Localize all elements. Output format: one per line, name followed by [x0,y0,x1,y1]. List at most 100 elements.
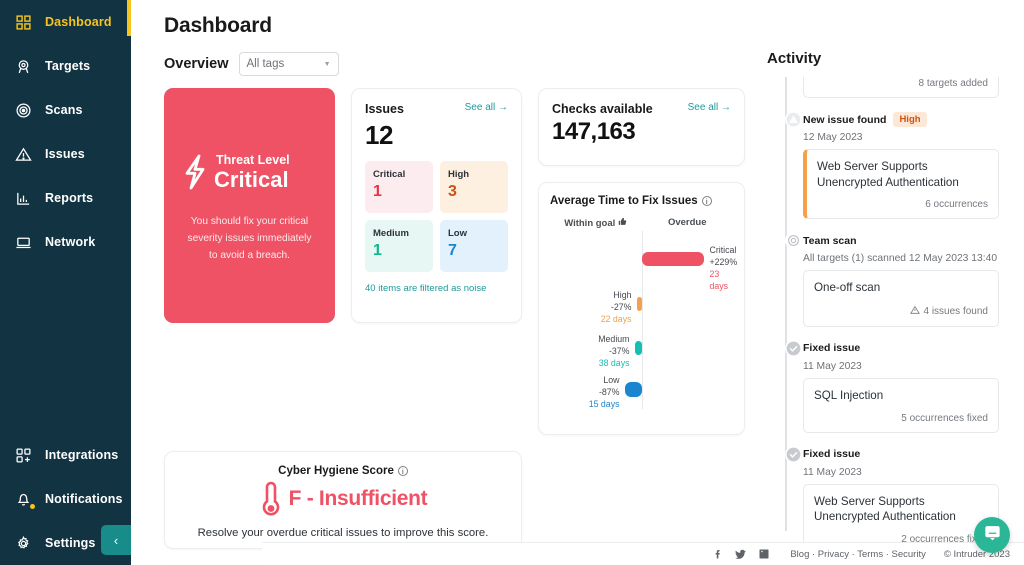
severity-box-medium[interactable]: Medium 1 [365,220,433,272]
chart-label-days: 38 days [598,357,630,368]
activity-entry: New issue found High 12 May 2023 Web Ser… [767,111,1024,220]
chart-label-category: High [613,290,632,300]
sidebar-item-label: Reports [45,191,94,205]
overview-row: Overview All tags ▼ [164,52,759,76]
activity-card[interactable]: One-off scan 4 issues found [803,270,999,327]
laptop-icon [12,231,34,253]
sidebar-item-label: Notifications [45,492,123,506]
tags-filter-select[interactable]: All tags ▼ [238,52,339,76]
sidebar-item-label: Dashboard [45,15,112,29]
chart-label-category: Medium [598,334,630,344]
chart-bar-medium[interactable] [634,341,642,355]
checks-card-title: Checks available [552,102,653,116]
severity-box-critical[interactable]: Critical 1 [365,161,433,213]
chart-label-days: 22 days [600,313,632,324]
activity-entry: 8 targets added [767,77,1024,98]
chart-bar-low[interactable] [624,382,642,397]
threat-level-card: Threat Level Critical You should fix you… [164,88,335,323]
sidebar-item-label: Targets [45,59,91,73]
sidebar-collapse-button[interactable]: ‹ [101,525,131,555]
issues-card-header: Issues See all → [365,102,508,116]
sidebar-item-network[interactable]: Network [0,220,131,264]
dashboard-icon [12,11,34,33]
chart-bar-row-low: Low -87% 15 days [550,369,733,413]
chart-label-percent: -37% [608,345,630,356]
severity-value: 7 [448,242,457,259]
severity-name: Critical [373,169,406,180]
chart-label-percent: -87% [598,386,620,397]
sidebar-item-issues[interactable]: Issues [0,132,131,176]
severity-value: 3 [448,183,457,200]
chart-label-category: Low [603,375,620,385]
activity-entry-date: 12 May 2023 [803,132,863,143]
activity-card-title: Web Server Supports Unencrypted Authenti… [817,160,959,189]
status-badge: High [893,112,927,127]
footer-links[interactable]: Blog · Privacy · Terms · Security [790,549,926,560]
activity-card[interactable]: Web Server Supports Unencrypted Authenti… [803,483,999,547]
facebook-icon[interactable] [711,548,724,561]
threat-level-main: Threat Level Critical [178,152,321,192]
sidebar-item-integrations[interactable]: Integrations [0,433,131,477]
issues-noise-note[interactable]: 40 items are filtered as noise [365,283,508,294]
warning-triangle-icon [909,305,920,318]
twitter-icon[interactable] [734,548,747,561]
sidebar-item-label: Settings [45,536,96,550]
severity-name: Low [448,228,467,239]
bell-icon [12,488,35,510]
issues-card-title: Issues [365,102,404,116]
notification-badge-dot [30,504,35,509]
sidebar-item-scans[interactable]: Scans [0,88,131,132]
chart-bar-high[interactable] [636,297,642,311]
activity-card-footer: 4 issues found [814,305,988,318]
activity-title: Activity [767,50,822,67]
info-icon[interactable]: i [701,196,712,206]
activity-entry-header: New issue found High [803,111,1024,128]
cyber-hygiene-score-card: Cyber Hygiene Score i F - Insufficient R… [164,451,522,549]
activity-card[interactable]: SQL Injection 5 occurrences fixed [803,377,999,433]
checks-card-header: Checks available See all → [552,102,731,116]
sidebar-item-notifications[interactable]: Notifications [0,477,131,521]
sidebar-item-targets[interactable]: Targets [0,44,131,88]
chart-label-percent: +229% [709,256,738,267]
activity-entry-date: 11 May 2023 [803,466,862,478]
threat-level-value: Critical [214,166,289,192]
activity-entry: Team scan All targets (1) scanned 12 May… [767,232,1024,327]
activity-entry-date: 11 May 2023 [803,360,862,372]
activity-panel: Activity 8 targets added New issue found… [759,0,1024,565]
activity-card[interactable]: 8 targets added [803,77,999,98]
severity-box-high[interactable]: High 3 [440,161,508,213]
issues-see-all-link[interactable]: See all → [465,102,508,113]
issues-total-count: 12 [365,120,393,150]
activity-card-title: Web Server Supports Unencrypted Authenti… [814,494,956,524]
intercom-chat-button[interactable] [974,517,1010,553]
warning-triangle-icon [12,143,34,165]
linkedin-icon[interactable] [757,548,770,561]
activity-card[interactable]: Web Server Supports Unencrypted Authenti… [803,149,999,220]
cyber-hygiene-main: F - Insufficient [259,479,428,519]
threat-level-description: You should fix your critical severity is… [187,216,312,261]
cyber-hygiene-description: Resolve your overdue critical issues to … [197,527,489,539]
check-circle-icon [785,339,802,357]
page-title: Dashboard [164,14,272,37]
info-icon[interactable]: i [397,466,408,476]
check-circle-icon [785,445,802,463]
severity-box-low[interactable]: Low 7 [440,220,508,272]
target-icon [12,55,34,77]
card-title-text: Average Time to Fix Issues [550,195,698,207]
activity-entry-kind: Team scan [803,234,857,247]
chart-bar-critical[interactable] [641,252,704,266]
activity-entry-header: Fixed issue [803,340,1024,357]
axis-label-overdue: Overdue [667,217,707,228]
activity-entry-kind: New issue found [803,113,887,126]
chart-bar-row-critical: Critical +229% 23 days [550,237,737,291]
chart-label-category: Critical [709,245,737,255]
activity-entry-date: All targets (1) scanned 12 May 2023 13:4… [803,253,998,265]
sidebar-item-reports[interactable]: Reports [0,176,131,220]
severity-value: 1 [373,183,382,200]
issues-severity-grid: Critical 1 High 3 Medium 1 Low 7 [365,161,508,272]
chart-bar-row-high: High -27% 22 days [550,283,733,327]
sidebar-item-dashboard[interactable]: Dashboard [0,0,131,44]
checks-see-all-link[interactable]: See all → [688,102,731,113]
scan-icon [12,99,34,121]
